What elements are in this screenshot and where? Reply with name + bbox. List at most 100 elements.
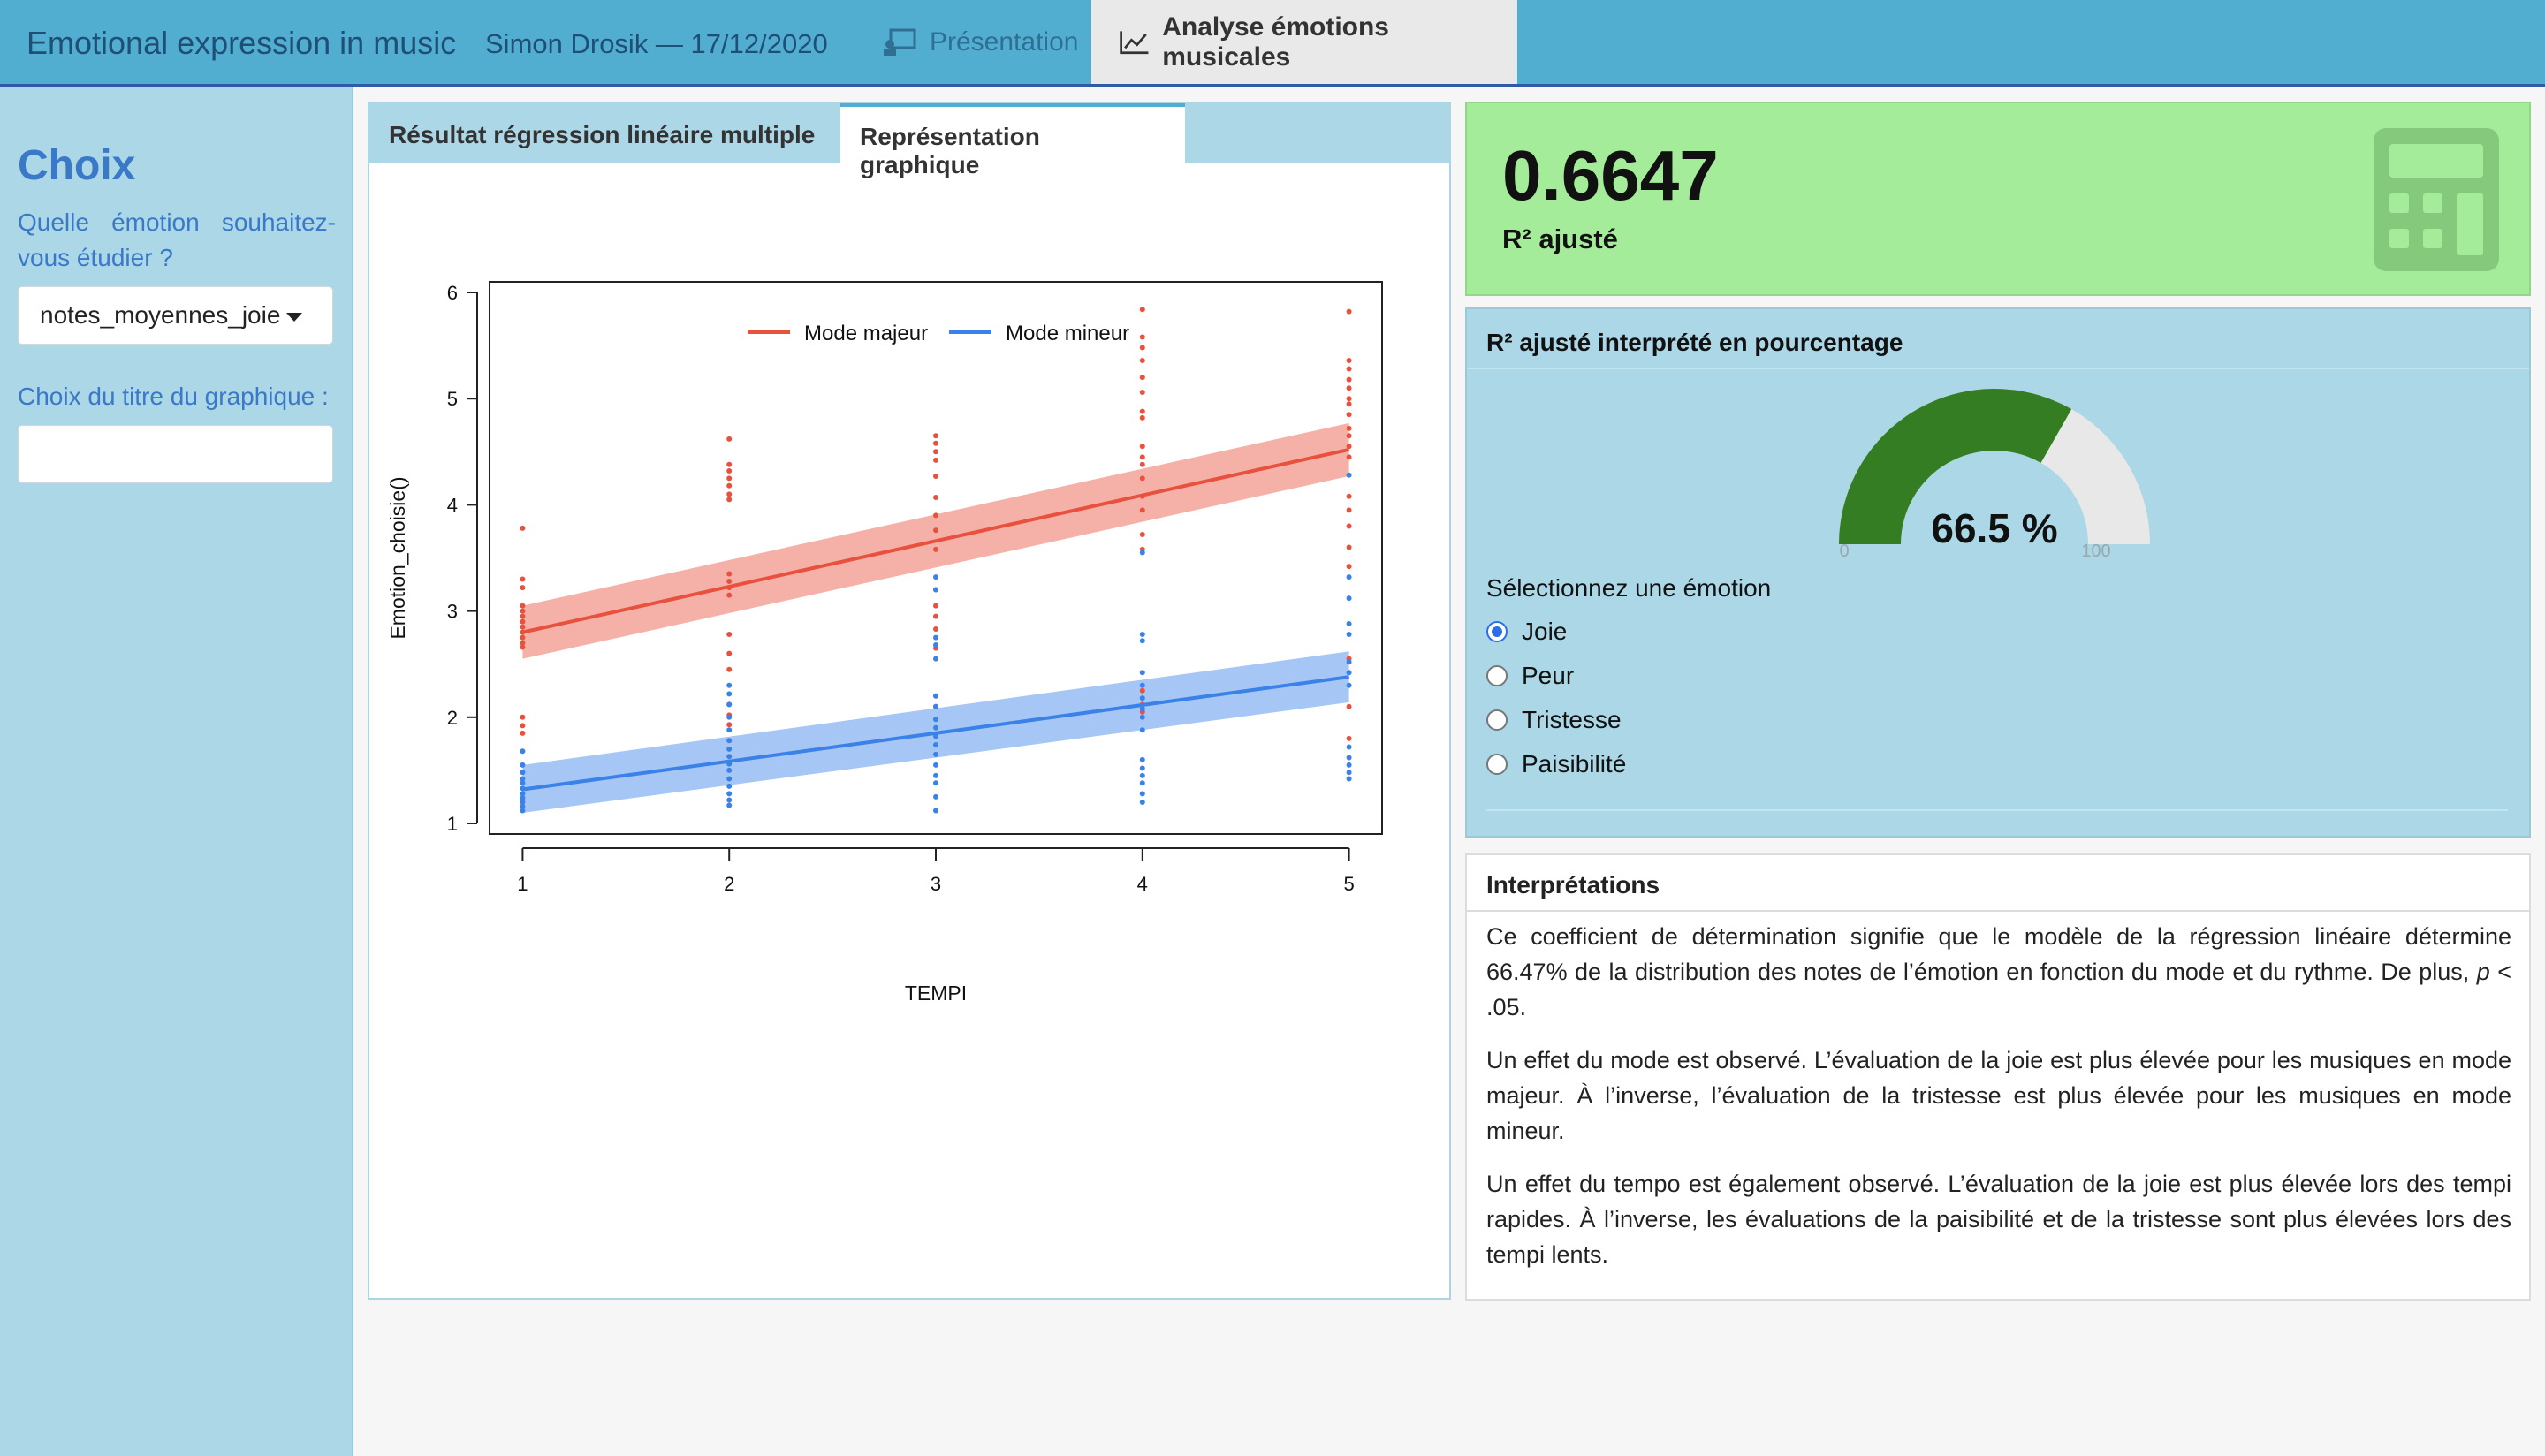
data-point — [933, 626, 938, 633]
data-point — [1346, 755, 1352, 761]
data-point — [726, 727, 733, 733]
data-point — [726, 722, 733, 728]
y-tick-label: 2 — [447, 707, 458, 729]
data-point — [1139, 772, 1145, 778]
radio-joie[interactable]: Joie — [1486, 614, 1567, 649]
data-point — [1346, 776, 1352, 782]
data-point — [1346, 770, 1352, 776]
data-point — [520, 585, 526, 591]
data-point — [1346, 544, 1352, 550]
data-point — [520, 608, 526, 614]
sidebar-title: Choix — [18, 142, 136, 189]
data-point — [1346, 735, 1352, 741]
sidebar: Choix Quelle émotion souhaitez-vous étud… — [0, 87, 353, 1456]
tab-presentation[interactable]: Présentation — [855, 0, 1105, 84]
tab-regression-result[interactable]: Résultat régression linéaire multiple — [369, 103, 840, 163]
data-point — [1346, 507, 1352, 513]
data-point — [933, 613, 938, 619]
radio-button-checked[interactable] — [1486, 621, 1508, 642]
data-point — [1346, 670, 1352, 676]
data-point — [1346, 425, 1352, 431]
data-point — [520, 748, 526, 755]
tab-analyse[interactable]: Analyse émotions musicales — [1091, 0, 1517, 84]
r2-gauge: 66.5 % 0 100 — [1839, 389, 2150, 561]
tab-graphic[interactable]: Représentation graphique — [840, 103, 1185, 178]
divider — [1467, 368, 2529, 369]
data-point — [1346, 703, 1352, 709]
chart-legend: Mode majeur Mode mineur — [748, 322, 1129, 345]
data-point — [933, 449, 938, 455]
data-point — [520, 603, 526, 609]
r2-valuebox: 0.6647 R² ajusté — [1465, 102, 2531, 296]
data-point — [726, 767, 733, 773]
data-point — [933, 603, 938, 609]
tab-presentation-label: Présentation — [930, 27, 1079, 57]
interpretations-body: Ce coefficient de détermination signifie… — [1486, 919, 2511, 1290]
gauge-min-label: 0 — [1839, 542, 1849, 561]
data-point — [1139, 632, 1145, 638]
line-chart-icon — [1120, 30, 1149, 54]
data-point — [933, 780, 938, 786]
y-tick-label: 4 — [447, 494, 458, 516]
data-point — [1139, 765, 1145, 771]
data-point — [1139, 461, 1145, 467]
data-point — [1139, 475, 1145, 482]
data-point — [1346, 396, 1352, 402]
data-point — [726, 746, 733, 752]
gauge-box-title: R² ajusté interprété en pourcentage — [1486, 329, 1903, 356]
data-point — [933, 634, 938, 641]
caret-down-icon — [286, 313, 302, 322]
data-point — [726, 467, 733, 474]
radio-paisibilite[interactable]: Paisibilité — [1486, 747, 1626, 782]
radio-button[interactable] — [1486, 709, 1508, 731]
data-point — [1139, 532, 1145, 538]
author-date: Simon Drosik — 17/12/2020 — [485, 28, 828, 59]
interpretations-title: Interprétations — [1486, 871, 1660, 899]
interpretation-paragraph: Un effet du tempo est également observé.… — [1486, 1171, 2511, 1268]
data-point — [726, 738, 733, 744]
data-point — [520, 618, 526, 625]
radio-label: Paisibilité — [1522, 750, 1627, 777]
graph-panel: Résultat régression linéaire multiple Re… — [368, 102, 1451, 1300]
x-tick-label: 3 — [931, 873, 941, 895]
y-tick-label: 5 — [447, 388, 458, 410]
data-point — [1139, 670, 1145, 676]
data-point — [1139, 454, 1145, 460]
y-tick-label: 3 — [447, 601, 458, 623]
divider — [1467, 910, 2529, 912]
data-point — [726, 754, 733, 760]
data-point — [1139, 695, 1145, 701]
data-point — [1139, 550, 1145, 556]
data-point — [1139, 345, 1145, 351]
emotion-select[interactable]: notes_moyennes_joie — [18, 286, 333, 345]
calculator-icon — [2374, 128, 2499, 271]
x-tick-label: 5 — [1343, 873, 1354, 895]
data-point — [1346, 308, 1352, 315]
data-point — [1139, 799, 1145, 805]
data-point — [933, 762, 938, 768]
data-point — [1346, 376, 1352, 383]
radio-peur[interactable]: Peur — [1486, 658, 1574, 694]
tab-analyse-label: Analyse émotions musicales — [1162, 11, 1389, 72]
data-point — [520, 634, 526, 641]
data-point — [933, 703, 938, 709]
data-point — [520, 723, 526, 729]
radio-button[interactable] — [1486, 754, 1508, 775]
data-point — [1346, 385, 1352, 391]
data-point — [1139, 714, 1145, 720]
p-symbol: p — [2476, 959, 2490, 985]
interp-text: Ce coefficient de détermination signifie… — [1486, 923, 2511, 985]
radio-tristesse[interactable]: Tristesse — [1486, 702, 1622, 738]
app-title[interactable]: Emotional expression in music — [27, 25, 456, 62]
radio-button[interactable] — [1486, 665, 1508, 686]
data-point — [1346, 472, 1352, 478]
emotion-question-label: Quelle émotion souhaitez-vous étudier ? — [18, 209, 336, 271]
chart-title-input[interactable] — [18, 425, 333, 483]
graph-tabbar: Résultat régression linéaire multiple Re… — [369, 103, 1449, 178]
data-point — [1139, 334, 1145, 340]
legend-label: Mode mineur — [1006, 322, 1129, 345]
data-point — [1346, 433, 1352, 439]
data-point — [726, 682, 733, 688]
data-point — [726, 491, 733, 497]
divider — [1486, 809, 2508, 811]
